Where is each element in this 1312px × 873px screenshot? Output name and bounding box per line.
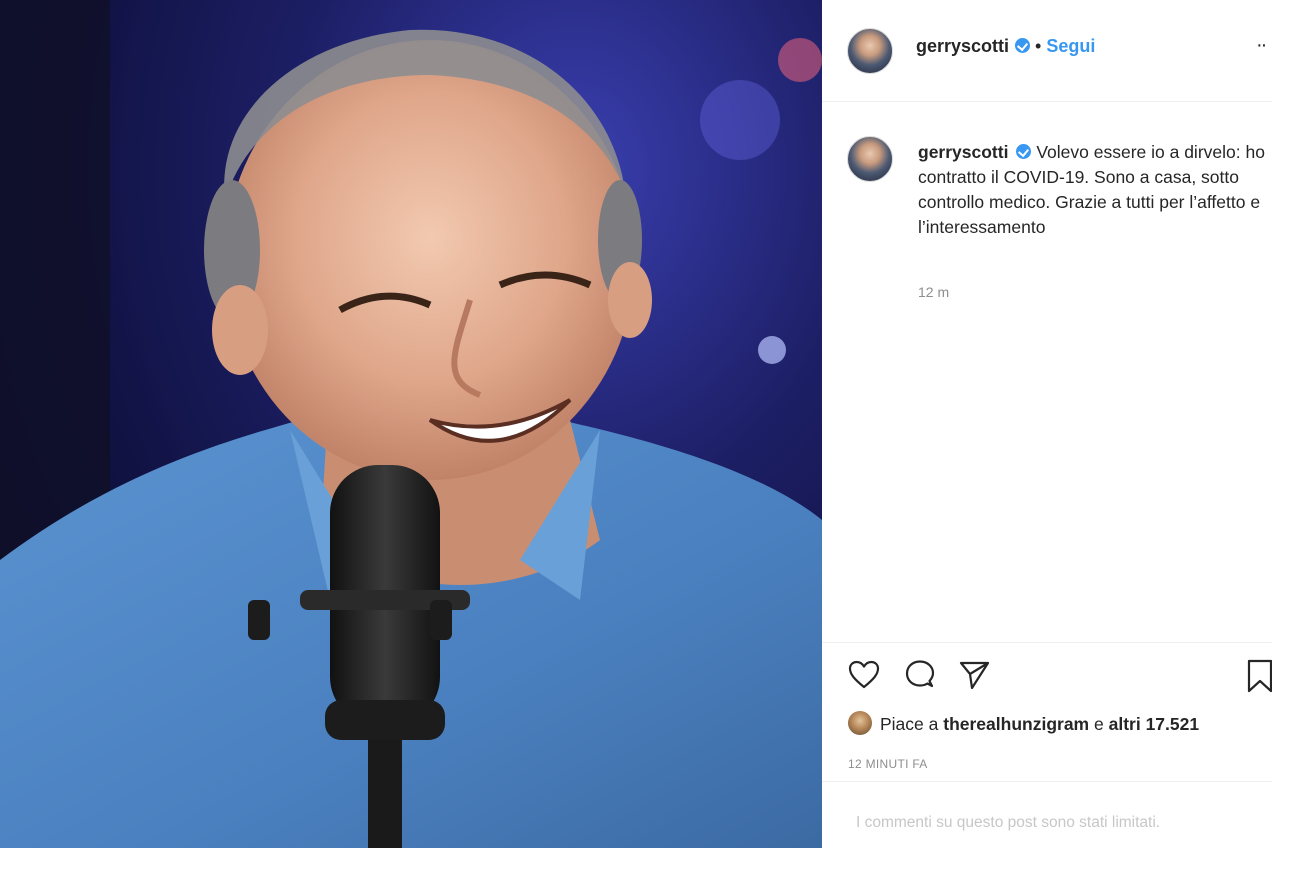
caption-avatar[interactable] xyxy=(847,136,893,182)
liker-avatar[interactable] xyxy=(848,711,872,735)
bookmark-icon[interactable] xyxy=(1246,659,1272,693)
likes-summary: Piace a therealhunzigram e altri 17.521 xyxy=(848,711,1199,735)
comments-limited-notice: I commenti su questo post sono stati lim… xyxy=(856,814,1161,831)
verified-badge-icon xyxy=(1015,38,1031,53)
photo-bottom-spacer xyxy=(0,848,822,873)
post-time-ago[interactable]: 12 MINUTI FA xyxy=(848,757,928,771)
post-header: gerryscotti • Segui ·· xyxy=(822,0,1272,102)
caption-verified-badge-icon xyxy=(1016,144,1032,159)
caption-text: gerryscotti Volevo essere io a dirvelo: … xyxy=(918,140,1268,240)
header-user-line: gerryscotti • Segui xyxy=(916,36,1095,57)
heart-icon[interactable] xyxy=(848,659,880,691)
post-actions: Piace a therealhunzigram e altri 17.521 … xyxy=(822,642,1272,872)
more-options-icon[interactable]: ·· xyxy=(1256,34,1267,57)
separator-dot: • xyxy=(1035,36,1042,56)
liker-username[interactable]: therealhunzigram xyxy=(943,714,1089,734)
follow-button[interactable]: Segui xyxy=(1046,36,1095,56)
photo-illustration xyxy=(0,0,822,848)
caption-username[interactable]: gerryscotti xyxy=(918,142,1008,162)
post-side-panel: gerryscotti • Segui ·· gerryscotti Volevo … xyxy=(822,0,1312,873)
post-caption: gerryscotti Volevo essere io a dirvelo: … xyxy=(822,112,1272,642)
comments-section: I commenti su questo post sono stati lim… xyxy=(822,781,1272,861)
likes-prefix: Piace a xyxy=(880,714,939,734)
likes-connector: e xyxy=(1094,714,1104,734)
profile-avatar[interactable] xyxy=(847,28,893,74)
caption-age[interactable]: 12 m xyxy=(918,284,949,300)
comment-icon[interactable] xyxy=(904,659,936,691)
header-username[interactable]: gerryscotti xyxy=(916,36,1009,56)
likes-count[interactable]: altri 17.521 xyxy=(1109,714,1199,734)
post-photo[interactable] xyxy=(0,0,822,848)
send-icon[interactable] xyxy=(958,659,990,691)
